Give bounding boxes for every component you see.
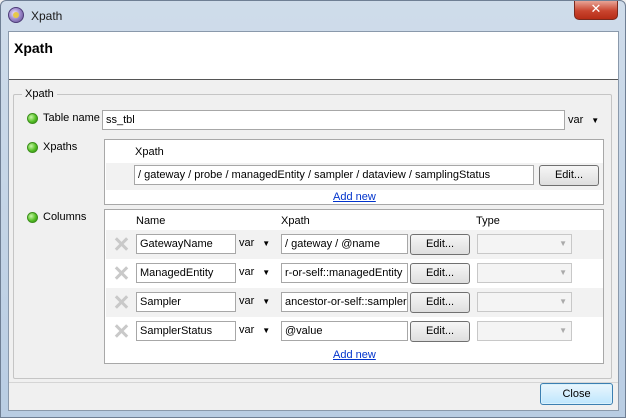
chevron-down-icon: ▼	[559, 326, 567, 335]
dialog-header: Xpath	[9, 32, 618, 80]
chevron-down-icon: ▼	[262, 267, 271, 277]
xpath-edit-button[interactable]: Edit...	[539, 165, 599, 186]
column-var-select[interactable]: var ▼	[239, 237, 270, 249]
table-name-input[interactable]: ss_tbl	[102, 110, 565, 130]
column-name-input[interactable]: SamplerStatus	[136, 321, 236, 341]
table-name-label: Table name	[43, 112, 100, 124]
column-var-select[interactable]: var ▼	[239, 295, 270, 307]
delete-icon[interactable]	[114, 266, 128, 280]
chevron-down-icon: ▼	[262, 325, 271, 335]
app-icon	[8, 7, 24, 23]
var-select-value: var	[239, 237, 255, 249]
xpaths-label-row: Xpaths	[27, 141, 77, 153]
columns-label-row: Columns	[27, 211, 86, 223]
columns-add-new-link[interactable]: Add new	[333, 349, 376, 361]
groupbox-legend: Xpath	[22, 88, 57, 100]
column-var-select[interactable]: var ▼	[239, 266, 270, 278]
var-select-value: var	[239, 324, 255, 336]
column-name-input[interactable]: GatewayName	[136, 234, 236, 254]
delete-icon[interactable]	[114, 237, 128, 251]
delete-icon[interactable]	[114, 295, 128, 309]
var-select-value: var	[568, 114, 584, 126]
header-title: Xpath	[14, 40, 53, 56]
table-row: GatewayName var ▼ / gateway / @name Edit…	[106, 230, 603, 259]
table-name-var-select[interactable]: var ▼	[568, 114, 599, 126]
column-type-select[interactable]: ▼	[477, 263, 572, 283]
column-name-input[interactable]: Sampler	[136, 292, 236, 312]
var-select-value: var	[239, 295, 255, 307]
table-row: Sampler var ▼ ancestor-or-self::sampler …	[106, 288, 603, 317]
window-title: Xpath	[31, 9, 63, 23]
window-close-button[interactable]: ✕	[574, 1, 618, 20]
chevron-down-icon: ▼	[262, 238, 271, 248]
xpath-input[interactable]: / gateway / probe / managedEntity / samp…	[134, 165, 534, 185]
table-row: SamplerStatus var ▼ @value Edit... ▼	[106, 317, 603, 346]
status-ok-icon	[27, 112, 38, 124]
chevron-down-icon: ▼	[591, 115, 600, 125]
chevron-down-icon: ▼	[559, 268, 567, 277]
column-xpath-input[interactable]: r-or-self::managedEntity	[281, 263, 408, 283]
status-ok-icon	[27, 211, 38, 223]
column-xpath-input[interactable]: ancestor-or-self::sampler	[281, 292, 408, 312]
xpaths-add-new-link[interactable]: Add new	[333, 191, 376, 203]
columns-xpath-header: Xpath	[281, 215, 310, 227]
title-bar[interactable]: Xpath ✕	[1, 1, 625, 31]
close-button[interactable]: Close	[540, 383, 613, 405]
columns-label: Columns	[43, 211, 87, 223]
chevron-down-icon: ▼	[559, 297, 567, 306]
column-edit-button[interactable]: Edit...	[410, 234, 470, 255]
dialog-client: Xpath Xpath Table name ss_tbl var ▼ Xpat…	[8, 31, 619, 411]
chevron-down-icon: ▼	[262, 296, 271, 306]
dialog-window: Xpath ✕ Xpath Xpath Table name ss_tbl va…	[0, 0, 626, 418]
column-xpath-input[interactable]: / gateway / @name	[281, 234, 408, 254]
column-name-input[interactable]: ManagedEntity	[136, 263, 236, 283]
table-name-label-row: Table name	[27, 112, 100, 124]
column-edit-button[interactable]: Edit...	[410, 292, 470, 313]
columns-type-header: Type	[476, 215, 500, 227]
chevron-down-icon: ▼	[559, 239, 567, 248]
columns-panel: Name Xpath Type GatewayName var ▼ / gate…	[104, 209, 604, 364]
xpaths-label: Xpaths	[43, 141, 78, 153]
column-xpath-input[interactable]: @value	[281, 321, 408, 341]
column-edit-button[interactable]: Edit...	[410, 263, 470, 284]
column-var-select[interactable]: var ▼	[239, 324, 270, 336]
columns-name-header: Name	[136, 215, 166, 227]
column-type-select[interactable]: ▼	[477, 321, 572, 341]
xpaths-panel: Xpath / gateway / probe / managedEntity …	[104, 139, 604, 205]
column-edit-button[interactable]: Edit...	[410, 321, 470, 342]
column-type-select[interactable]: ▼	[477, 234, 572, 254]
table-row: ManagedEntity var ▼ r-or-self::managedEn…	[106, 259, 603, 288]
xpaths-column-header: Xpath	[135, 146, 164, 158]
var-select-value: var	[239, 266, 255, 278]
status-ok-icon	[27, 141, 38, 153]
footer-divider	[9, 382, 618, 383]
delete-icon[interactable]	[114, 324, 128, 338]
column-type-select[interactable]: ▼	[477, 292, 572, 312]
